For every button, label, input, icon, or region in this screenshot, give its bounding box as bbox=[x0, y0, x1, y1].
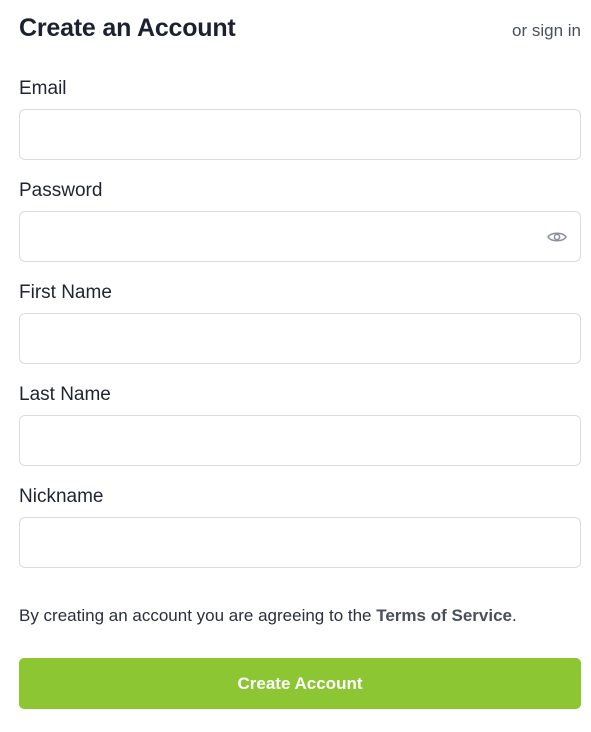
first-name-field-group: First Name bbox=[19, 282, 581, 364]
form-header: Create an Account or sign in bbox=[19, 14, 581, 58]
last-name-input-wrap bbox=[19, 415, 581, 466]
last-name-input[interactable] bbox=[19, 415, 581, 466]
last-name-field-group: Last Name bbox=[19, 384, 581, 466]
terms-of-service-link[interactable]: Terms of Service bbox=[376, 606, 512, 625]
nickname-input-wrap bbox=[19, 517, 581, 568]
password-label: Password bbox=[19, 180, 103, 201]
terms-suffix: . bbox=[512, 606, 517, 625]
email-input-wrap bbox=[19, 109, 581, 160]
password-input-wrap bbox=[19, 211, 581, 262]
page-title: Create an Account bbox=[19, 14, 236, 42]
sign-in-link[interactable]: or sign in bbox=[512, 21, 581, 41]
nickname-field-group: Nickname bbox=[19, 486, 581, 568]
first-name-input-wrap bbox=[19, 313, 581, 364]
nickname-label: Nickname bbox=[19, 486, 104, 507]
create-account-form: Create an Account or sign in Email Passw… bbox=[19, 14, 581, 709]
email-field-group: Email bbox=[19, 78, 581, 160]
create-account-button[interactable]: Create Account bbox=[19, 658, 581, 709]
eye-icon[interactable] bbox=[547, 230, 567, 244]
nickname-input[interactable] bbox=[19, 517, 581, 568]
last-name-label: Last Name bbox=[19, 384, 111, 405]
email-input[interactable] bbox=[19, 109, 581, 160]
first-name-input[interactable] bbox=[19, 313, 581, 364]
password-input[interactable] bbox=[19, 211, 581, 262]
terms-prefix: By creating an account you are agreeing … bbox=[19, 606, 377, 625]
password-field-group: Password bbox=[19, 180, 581, 262]
terms-notice: By creating an account you are agreeing … bbox=[19, 605, 581, 627]
email-label: Email bbox=[19, 78, 67, 99]
first-name-label: First Name bbox=[19, 282, 112, 303]
